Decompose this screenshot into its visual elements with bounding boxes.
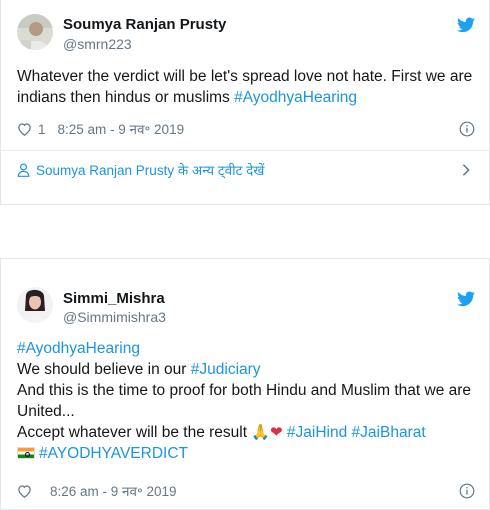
heart-outline-icon[interactable]	[17, 122, 32, 136]
hashtag-link[interactable]: #AyodhyaHearing	[234, 89, 357, 106]
info-icon[interactable]	[459, 483, 475, 499]
author-name[interactable]: Simmi_Mishra	[63, 290, 165, 307]
twitter-bird-icon[interactable]	[457, 17, 475, 33]
tweet-line: Accept whatever will be the result	[17, 424, 252, 441]
more-tweets-link[interactable]: Soumya Ranjan Prusty के अन्य ट्वीट देखें	[1, 150, 489, 190]
heart-outline-icon[interactable]	[17, 484, 32, 498]
india-flag-icon	[17, 447, 35, 459]
tweet-text: #AyodhyaHearing We should believe in our…	[17, 338, 473, 464]
avatar[interactable]	[17, 287, 53, 323]
user-outline-icon	[17, 163, 30, 177]
heart-emoji: ❤	[270, 424, 283, 441]
pray-emoji: 🙏	[251, 424, 271, 441]
author-handle[interactable]: @smrn223	[63, 36, 132, 52]
hashtag-link[interactable]: #AYODHYAVERDICT	[39, 445, 188, 462]
tweet-card[interactable]: Simmi_Mishra @Simmimishra3 #AyodhyaHeari…	[0, 258, 490, 510]
hashtag-link[interactable]: #JaiBharat	[352, 424, 426, 441]
hashtag-link[interactable]: #JaiHind	[287, 424, 347, 441]
hashtag-link[interactable]: #Judiciary	[191, 361, 261, 378]
author-handle[interactable]: @Simmimishra3	[63, 309, 166, 325]
author-name[interactable]: Soumya Ranjan Prusty	[63, 16, 226, 33]
more-tweets-label[interactable]: Soumya Ranjan Prusty के अन्य ट्वीट देखें	[36, 161, 264, 179]
tweet-card[interactable]: Soumya Ranjan Prusty @smrn223 Whatever t…	[0, 0, 490, 205]
tweet-line: We should believe in our	[17, 361, 191, 378]
timestamp[interactable]: 8:25 am - 9 नव॰ 2019	[58, 120, 185, 138]
tweet-meta: 1 8:25 am - 9 नव॰ 2019	[17, 119, 473, 139]
tweet-meta: 8:26 am - 9 नव॰ 2019	[17, 481, 473, 501]
tweet-text: Whatever the verdict will be let's sprea…	[17, 66, 473, 108]
tweet-line: And this is the time to proof for both H…	[17, 382, 472, 420]
twitter-bird-icon[interactable]	[457, 291, 475, 307]
timestamp[interactable]: 8:26 am - 9 नव॰ 2019	[50, 482, 177, 500]
like-count[interactable]: 1	[38, 122, 46, 137]
chevron-right-icon[interactable]	[461, 163, 471, 177]
hashtag-link[interactable]: #AyodhyaHearing	[17, 340, 140, 357]
avatar[interactable]	[17, 14, 53, 50]
info-icon[interactable]	[459, 121, 475, 137]
